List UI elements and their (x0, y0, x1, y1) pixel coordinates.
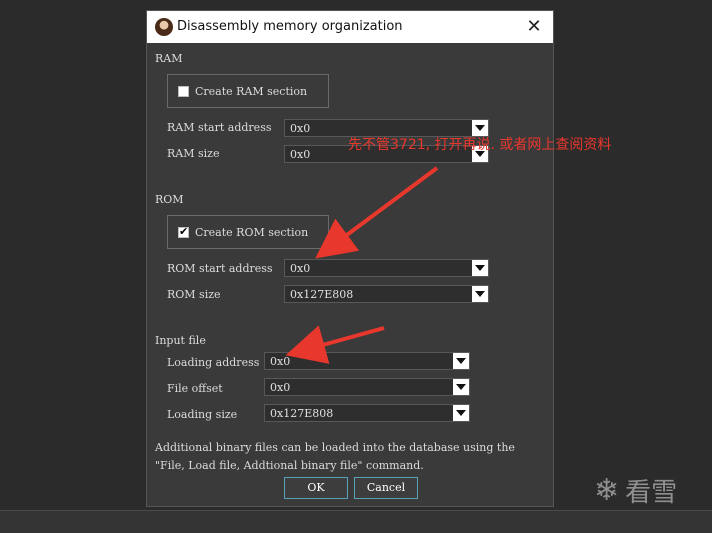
annotation-arrow-rom (315, 166, 439, 259)
watermark-text: 看雪 (625, 478, 678, 508)
annotation-arrow-loading (285, 325, 385, 364)
kanxue-watermark: ❄ 看雪 (594, 472, 677, 509)
annotation-arrows (285, 166, 439, 364)
snowflake-logo-icon: ❄ (594, 472, 620, 508)
